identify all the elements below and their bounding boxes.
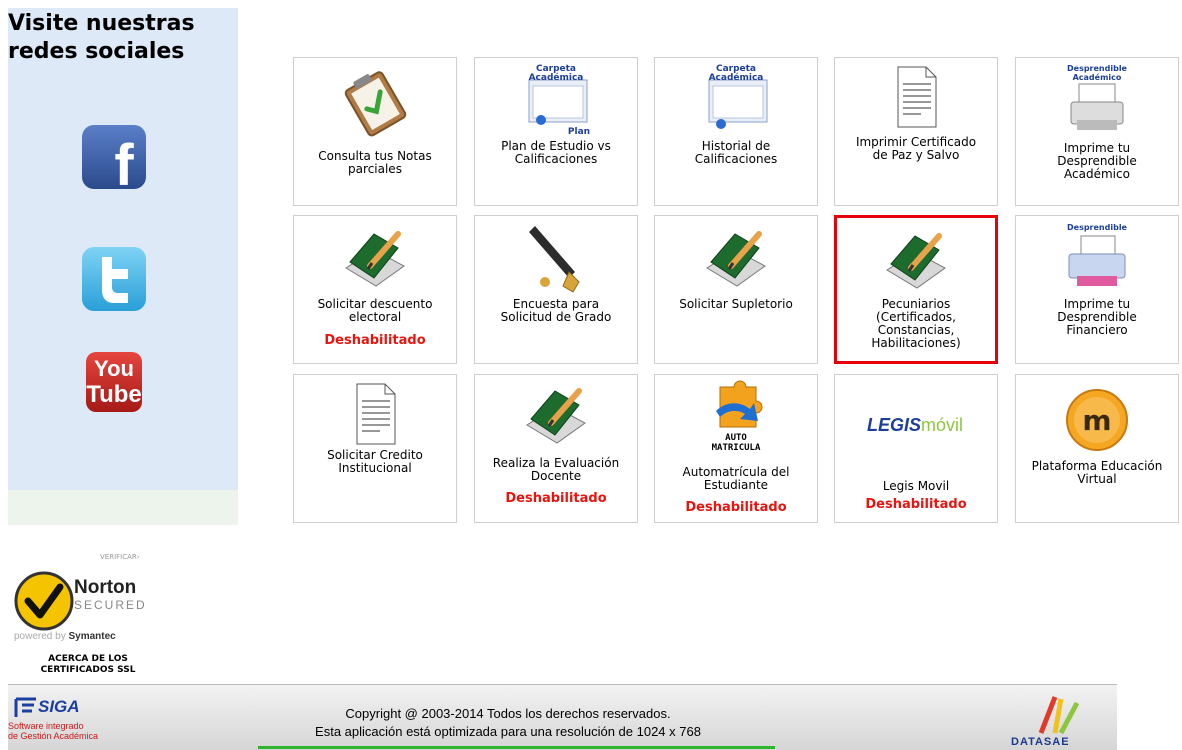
academic-folder-history-icon: Carpeta Académica [708, 64, 768, 129]
youtube-text-bottom: Tube [86, 381, 142, 408]
disabled-status: Deshabilitado [865, 497, 967, 512]
disabled-status: Deshabilitado [505, 491, 607, 506]
book-pencil-icon [886, 233, 946, 289]
svg-text:Desprendible: Desprendible [1067, 64, 1128, 73]
tile-desprendible-financiero[interactable]: Desprendible Imprime tu Desprendible Finan… [1015, 215, 1179, 364]
tile-plataforma-virtual[interactable]: m Plataforma Educación Virtual [1015, 374, 1179, 523]
tile-label: Plan de Estudio vs Calificaciones [501, 139, 611, 166]
clipboard-check-icon [344, 71, 407, 137]
tile-label: Solicitar Credito Institucional [327, 448, 423, 475]
tile-encuesta-grado[interactable]: Encuesta para Solicitud de Grado [474, 215, 638, 364]
document-icon [897, 66, 937, 128]
svg-text:LEGIS: LEGIS [867, 415, 921, 435]
tile-credito-institucional[interactable]: Solicitar Credito Institucional [293, 374, 457, 523]
svg-text:móvil: móvil [921, 415, 963, 435]
footer: SIGA Software integrado de Gestión Académ… [8, 684, 1117, 750]
norton-secured-text: SECURED [74, 598, 147, 612]
twitter-icon[interactable] [80, 245, 148, 313]
tile-label: Imprime tu Desprendible Financiero [1057, 297, 1137, 337]
tile-label: Solicitar Supletorio [679, 297, 793, 311]
footer-copyright: Copyright @ 2003-2014 Todos los derechos… [315, 706, 701, 739]
tile-desprendible-academico[interactable]: Desprendible Académico Imprime tu Despren… [1015, 57, 1179, 206]
tile-historial-calificaciones[interactable]: Carpeta Académica Historial de Calificaci… [654, 57, 818, 206]
moodle-icon: m [1066, 389, 1128, 451]
datasae-logo: DATASAE [1011, 693, 1101, 748]
svg-text:Plan: Plan [568, 127, 590, 136]
facebook-icon[interactable]: f [80, 123, 148, 191]
tile-label: Automatrícula del Estudiante [682, 465, 790, 492]
tile-solicitar-supletorio[interactable]: Solicitar Supletorio [654, 215, 818, 364]
svg-text:MATRICULA: MATRICULA [712, 443, 761, 453]
tile-label: Legis Movil [882, 479, 950, 493]
svg-text:Académica: Académica [529, 72, 584, 83]
book-pencil-icon [706, 231, 766, 287]
datasae-mark-icon [1038, 696, 1080, 735]
legis-movil-logo: LEGIS móvil [867, 415, 963, 435]
sidebar-footer-band [8, 490, 238, 525]
facebook-letter: f [114, 133, 134, 191]
puzzle-arrow-icon: AUTO MATRICULA [712, 380, 763, 453]
siga-mark-icon [14, 697, 36, 717]
social-sidebar: Visite nuestras redes sociales f You Tub… [8, 8, 238, 525]
norton-word: Norton [74, 577, 137, 598]
tile-descuento-electoral[interactable]: Solicitar descuento electoral Deshabilita… [293, 215, 457, 364]
printer-financial-icon: Desprendible [1067, 223, 1128, 286]
sidebar-title-line2: redes sociales [8, 39, 185, 64]
youtube-icon[interactable]: You Tube [80, 348, 148, 416]
svg-text:Académica: Académica [709, 72, 764, 83]
tile-plan-estudio[interactable]: Carpeta Académica Plan Plan de Estudio v… [474, 57, 638, 206]
tile-label: Imprimir Certificado de Paz y Salvo [855, 135, 977, 162]
disabled-status: Deshabilitado [324, 333, 426, 348]
tile-evaluacion-docente[interactable]: Realiza la Evaluación Docente Deshabilita… [474, 374, 638, 523]
svg-text:Académico: Académico [1073, 72, 1122, 82]
svg-text:AUTO: AUTO [725, 433, 747, 443]
tile-paz-y-salvo[interactable]: Imprimir Certificado de Paz y Salvo [834, 57, 998, 206]
tile-label: Historial de Calificaciones [694, 139, 778, 166]
tile-label: Realiza la Evaluación Docente [492, 456, 620, 483]
sidebar-title-line1: Visite nuestras [8, 11, 195, 36]
svg-text:m: m [1082, 404, 1111, 437]
disabled-status: Deshabilitado [685, 500, 787, 515]
document-icon [356, 383, 396, 445]
tile-legis-movil[interactable]: LEGIS móvil Legis Movil Deshabilitado [834, 374, 998, 523]
tile-label: Encuesta para Solicitud de Grado [500, 297, 612, 324]
sidebar-title: Visite nuestras redes sociales [8, 10, 238, 66]
tile-pecuniarios[interactable]: Pecuniarios (Certificados, Constancias, Hab… [834, 215, 998, 364]
ssl-about-link[interactable]: ACERCA DE LOS CERTIFICADOS SSL [8, 654, 168, 676]
norton-verify-text: VERIFICAR› [100, 553, 140, 561]
tile-label: Solicitar descuento electoral [317, 297, 433, 324]
fountain-pen-icon [529, 226, 580, 293]
checkmark-icon [14, 571, 74, 631]
book-pencil-icon [526, 388, 586, 444]
youtube-text-top: You [94, 356, 134, 381]
tile-notas-parciales[interactable]: Consulta tus Notas parciales [293, 57, 457, 206]
tile-label: Consulta tus Notas parciales [318, 149, 432, 176]
tile-label: Plataforma Educación Virtual [1031, 459, 1163, 486]
book-pencil-icon [345, 231, 405, 287]
tile-label: Pecuniarios (Certificados, Constancias, Hab… [871, 297, 961, 350]
tile-automatricula[interactable]: AUTO MATRICULA Automatrícula del Estudian… [654, 374, 818, 523]
norton-powered: powered by Symantec [14, 631, 116, 642]
siga-logo: SIGA Software integrado de Gestión Académ… [8, 697, 99, 741]
norton-secured-badge[interactable]: VERIFICAR› Norton SECURED powered by Sym… [8, 553, 168, 681]
academic-folder-plan-icon: Carpeta Académica Plan [528, 64, 590, 136]
tile-label: Imprime tu Desprendible Académico [1057, 141, 1137, 181]
printer-academic-icon: Desprendible Académico [1067, 64, 1128, 130]
svg-text:Desprendible: Desprendible [1067, 223, 1128, 232]
